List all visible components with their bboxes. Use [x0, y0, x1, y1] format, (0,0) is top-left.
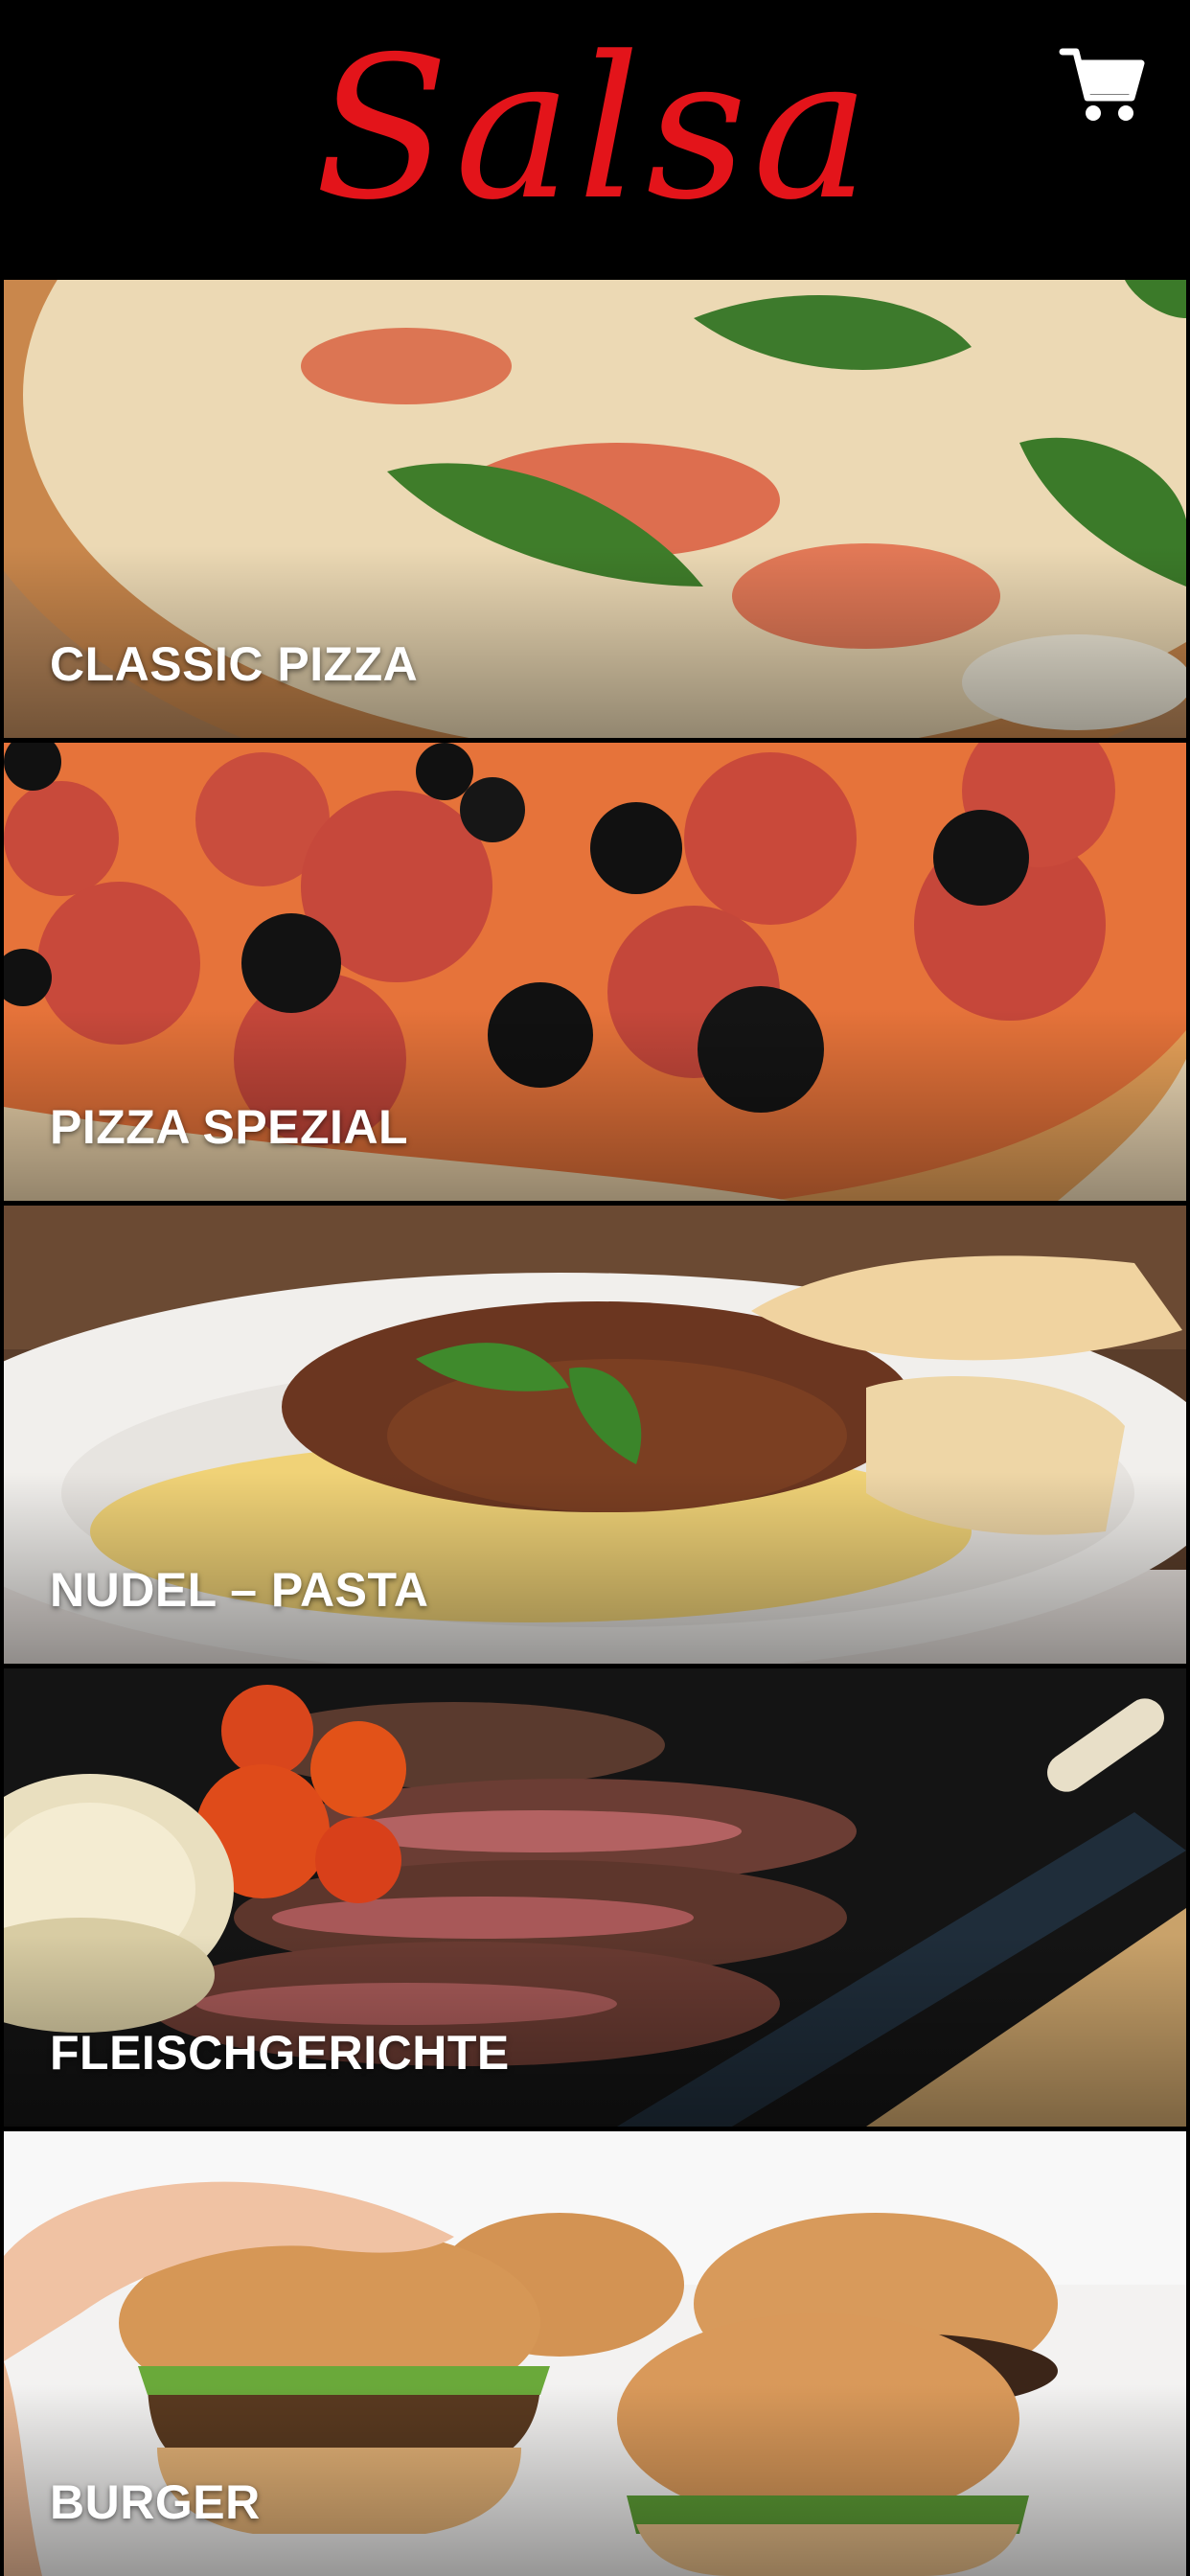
category-tile-nudel-pasta[interactable]: NUDEL – PASTA [4, 1206, 1186, 1664]
app-header: Salsa [0, 0, 1190, 278]
category-tile-classic-pizza[interactable]: CLASSIC PIZZA [4, 280, 1186, 738]
category-label: NUDEL – PASTA [50, 1563, 429, 1617]
category-tile-pizza-spezial[interactable]: PIZZA SPEZIAL [4, 743, 1186, 1201]
category-label: BURGER [50, 2475, 261, 2529]
category-label: PIZZA SPEZIAL [50, 1100, 409, 1154]
category-label: FLEISCHGERICHTE [50, 2026, 510, 2080]
brand-logo: Salsa [314, 15, 876, 243]
category-label: CLASSIC PIZZA [50, 637, 419, 691]
category-tile-fleischgerichte[interactable]: FLEISCHGERICHTE [4, 1668, 1186, 2127]
category-tile-burger[interactable]: BURGER [4, 2131, 1186, 2576]
shopping-cart-icon[interactable] [1059, 40, 1147, 128]
